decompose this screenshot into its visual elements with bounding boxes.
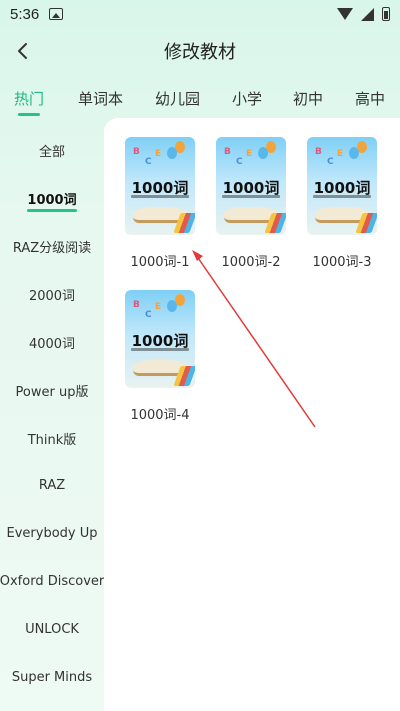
sidebar-item-raz-leveled[interactable]: RAZ分级阅读 — [0, 226, 104, 266]
chevron-left-icon — [18, 43, 27, 59]
sidebar-item-raz[interactable]: RAZ — [0, 465, 104, 505]
cover-subtitle-line — [313, 195, 371, 198]
letter-decoration: E — [155, 149, 162, 159]
letter-decoration: B — [133, 147, 140, 157]
sidebar-item-label: UNLOCK — [25, 621, 79, 637]
sidebar-item-1000[interactable]: 1000词 — [0, 178, 104, 218]
tab-junior-high[interactable]: 初中 — [293, 80, 323, 116]
balloon-decoration — [349, 147, 359, 159]
sidebar-item-2000[interactable]: 2000词 — [0, 274, 104, 314]
letter-decoration: E — [337, 149, 344, 159]
sidebar-item-everybody-up[interactable]: Everybody Up — [0, 513, 104, 553]
sidebar-item-label: Think版 — [27, 432, 77, 448]
sidebar-item-label: 全部 — [38, 144, 65, 160]
book-grid: B C E 1000词 1000词-1 B C E 1000词 1000词-2 — [104, 118, 400, 711]
sidebar: 全部 1000词 RAZ分级阅读 2000词 4000词 Power up版 T… — [0, 126, 104, 711]
book-cover: B C E 1000词 — [216, 137, 286, 235]
book-cover: B C E 1000词 — [125, 290, 195, 388]
book-label: 1000词-4 — [130, 408, 190, 423]
letter-decoration: B — [224, 147, 231, 157]
back-button[interactable] — [6, 34, 40, 68]
letter-decoration: E — [246, 149, 253, 159]
tab-primary[interactable]: 小学 — [232, 80, 262, 116]
tab-hot[interactable]: 热门 — [14, 80, 44, 116]
gallery-notification-icon — [49, 8, 64, 20]
book-label: 1000词-3 — [312, 255, 372, 270]
letter-decoration: B — [133, 300, 140, 310]
sidebar-item-label: RAZ — [38, 477, 66, 493]
sidebar-item-label: Super Minds — [11, 669, 93, 685]
tab-label: 初中 — [293, 89, 324, 108]
letter-decoration: C — [236, 157, 243, 167]
tab-label: 幼儿园 — [155, 89, 201, 108]
sidebar-item-label: Oxford Discover — [0, 573, 105, 589]
book-cover: B C E 1000词 — [307, 137, 377, 235]
sidebar-item-power-up[interactable]: Power up版 — [0, 370, 104, 410]
signal-icon — [361, 7, 374, 21]
tab-label: 单词本 — [78, 89, 124, 108]
status-icons — [337, 7, 390, 21]
header: 修改教材 — [0, 28, 400, 74]
status-bar: 5:36 — [0, 0, 400, 28]
page-title: 修改教材 — [164, 42, 236, 63]
letter-decoration: C — [327, 157, 334, 167]
cover-subtitle-line — [131, 195, 189, 198]
sidebar-item-all[interactable]: 全部 — [0, 130, 104, 170]
sidebar-item-oxford-discover[interactable]: Oxford Discover — [0, 561, 104, 601]
status-time: 5:36 — [10, 5, 40, 23]
letter-decoration: C — [145, 157, 152, 167]
sidebar-item-think[interactable]: Think版 — [0, 418, 104, 458]
sidebar-item-label: RAZ分级阅读 — [12, 240, 92, 256]
sidebar-item-label: Everybody Up — [6, 525, 98, 541]
sidebar-item-label: 1000词 — [27, 189, 77, 212]
tab-senior-high[interactable]: 高中 — [355, 80, 385, 116]
letter-decoration: C — [145, 310, 152, 320]
sidebar-item-4000[interactable]: 4000词 — [0, 322, 104, 362]
category-tabs: 热门 单词本 幼儿园 小学 初中 高中 — [0, 78, 400, 118]
tab-label: 热门 — [14, 89, 45, 108]
tab-kindergarten[interactable]: 幼儿园 — [155, 80, 200, 116]
letter-decoration: B — [315, 147, 322, 157]
cover-subtitle-line — [131, 348, 189, 351]
sidebar-item-label: Power up版 — [15, 384, 89, 400]
sidebar-item-super-minds[interactable]: Super Minds — [0, 657, 104, 697]
wifi-icon — [337, 8, 353, 20]
cover-subtitle-line — [222, 195, 280, 198]
balloon-decoration — [258, 147, 268, 159]
sidebar-item-label: 2000词 — [28, 288, 76, 304]
tab-label: 高中 — [355, 89, 386, 108]
sidebar-item-unlock[interactable]: UNLOCK — [0, 609, 104, 649]
balloon-decoration — [167, 147, 177, 159]
balloon-decoration — [167, 300, 177, 312]
sidebar-item-label: 4000词 — [28, 336, 76, 352]
book-cover: B C E 1000词 — [125, 137, 195, 235]
tab-label: 小学 — [232, 89, 263, 108]
letter-decoration: E — [155, 302, 162, 312]
battery-icon — [382, 7, 390, 21]
tab-wordbook[interactable]: 单词本 — [78, 80, 123, 116]
